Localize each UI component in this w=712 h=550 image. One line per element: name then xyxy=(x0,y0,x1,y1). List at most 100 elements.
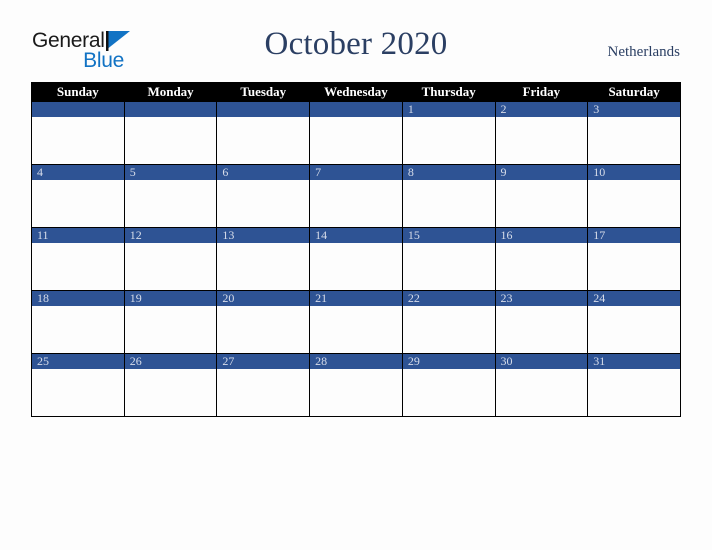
calendar-table: Sunday Monday Tuesday Wednesday Thursday… xyxy=(31,82,681,417)
day-notes-area[interactable] xyxy=(32,243,124,290)
day-notes-area[interactable] xyxy=(217,180,309,227)
day-notes-area[interactable] xyxy=(125,117,217,164)
calendar-page: General Blue October 2020 Netherlands Su… xyxy=(0,0,712,550)
calendar-day-cell[interactable]: 31 xyxy=(587,353,681,417)
day-cell-inner xyxy=(32,102,124,164)
calendar-day-cell[interactable] xyxy=(31,101,125,165)
calendar-day-cell[interactable]: 6 xyxy=(216,164,311,228)
calendar-day-cell[interactable]: 3 xyxy=(587,101,681,165)
day-notes-area[interactable] xyxy=(588,243,680,290)
calendar-day-cell[interactable]: 22 xyxy=(401,290,496,354)
day-cell-inner: 28 xyxy=(310,354,402,416)
calendar-day-cell[interactable]: 16 xyxy=(494,227,589,291)
day-number: 9 xyxy=(495,165,588,180)
calendar-day-cell[interactable]: 29 xyxy=(401,353,496,417)
day-notes-area[interactable] xyxy=(496,369,588,416)
day-cell-inner: 29 xyxy=(402,354,495,416)
day-notes-area[interactable] xyxy=(588,117,680,164)
calendar-day-cell[interactable]: 15 xyxy=(401,227,496,291)
calendar-day-cell[interactable]: 27 xyxy=(216,353,311,417)
calendar-day-cell[interactable]: 24 xyxy=(587,290,681,354)
day-notes-area[interactable] xyxy=(496,306,588,353)
day-cell-inner: 25 xyxy=(32,354,124,416)
calendar-day-cell[interactable]: 25 xyxy=(31,353,125,417)
day-number: 23 xyxy=(495,291,588,306)
calendar-day-cell[interactable]: 4 xyxy=(31,164,125,228)
day-notes-area[interactable] xyxy=(217,306,309,353)
calendar-day-cell[interactable]: 12 xyxy=(123,227,218,291)
day-cell-inner: 3 xyxy=(588,102,680,164)
calendar-day-cell[interactable]: 21 xyxy=(309,290,403,354)
day-number: 28 xyxy=(310,354,402,369)
calendar-day-cell[interactable]: 14 xyxy=(309,227,403,291)
day-notes-area[interactable] xyxy=(125,369,217,416)
day-notes-area[interactable] xyxy=(217,117,309,164)
calendar-day-cell[interactable]: 13 xyxy=(216,227,311,291)
day-cell-inner: 9 xyxy=(495,165,588,227)
day-number: 22 xyxy=(402,291,495,306)
day-cell-inner: 18 xyxy=(32,291,124,353)
day-notes-area[interactable] xyxy=(588,306,680,353)
day-number: 17 xyxy=(588,228,680,243)
calendar-day-cell[interactable]: 18 xyxy=(31,290,125,354)
day-number xyxy=(124,102,217,117)
calendar-day-cell[interactable]: 2 xyxy=(494,101,589,165)
day-notes-area[interactable] xyxy=(32,117,124,164)
day-notes-area[interactable] xyxy=(310,369,402,416)
day-notes-area[interactable] xyxy=(403,243,495,290)
day-cell-inner: 13 xyxy=(217,228,310,290)
calendar-day-cell[interactable]: 10 xyxy=(587,164,681,228)
day-notes-area[interactable] xyxy=(310,243,402,290)
day-cell-inner: 5 xyxy=(124,165,217,227)
day-notes-area[interactable] xyxy=(403,180,495,227)
day-notes-area[interactable] xyxy=(125,180,217,227)
weekday-header-tuesday: Tuesday xyxy=(216,82,311,102)
day-notes-area[interactable] xyxy=(125,243,217,290)
day-notes-area[interactable] xyxy=(588,180,680,227)
day-notes-area[interactable] xyxy=(403,306,495,353)
calendar-day-cell[interactable]: 23 xyxy=(494,290,589,354)
calendar-day-cell[interactable] xyxy=(123,101,218,165)
day-notes-area[interactable] xyxy=(403,117,495,164)
day-notes-area[interactable] xyxy=(310,117,402,164)
calendar-day-cell[interactable]: 1 xyxy=(401,101,496,165)
day-notes-area[interactable] xyxy=(496,180,588,227)
day-notes-area[interactable] xyxy=(32,369,124,416)
calendar-day-cell[interactable]: 7 xyxy=(309,164,403,228)
day-notes-area[interactable] xyxy=(32,180,124,227)
calendar-day-cell[interactable] xyxy=(309,101,403,165)
day-notes-area[interactable] xyxy=(588,369,680,416)
day-notes-area[interactable] xyxy=(403,369,495,416)
day-cell-inner xyxy=(217,102,310,164)
calendar-day-cell[interactable]: 17 xyxy=(587,227,681,291)
day-notes-area[interactable] xyxy=(217,369,309,416)
calendar-day-cell[interactable]: 28 xyxy=(309,353,403,417)
day-notes-area[interactable] xyxy=(217,243,309,290)
calendar-day-cell[interactable]: 19 xyxy=(123,290,218,354)
day-notes-area[interactable] xyxy=(310,306,402,353)
day-number: 26 xyxy=(124,354,217,369)
calendar-day-cell[interactable]: 11 xyxy=(31,227,125,291)
day-number: 20 xyxy=(217,291,310,306)
day-notes-area[interactable] xyxy=(496,117,588,164)
calendar-day-cell[interactable]: 20 xyxy=(216,290,311,354)
calendar-day-cell[interactable]: 26 xyxy=(123,353,218,417)
day-number xyxy=(217,102,310,117)
day-cell-inner: 23 xyxy=(495,291,588,353)
calendar-week-row: 18 19 20 21 22 23 24 xyxy=(31,290,681,354)
day-notes-area[interactable] xyxy=(310,180,402,227)
day-number: 10 xyxy=(588,165,680,180)
calendar-day-cell[interactable]: 8 xyxy=(401,164,496,228)
day-number: 18 xyxy=(32,291,124,306)
day-number: 31 xyxy=(588,354,680,369)
day-notes-area[interactable] xyxy=(32,306,124,353)
calendar-week-row: 4 5 6 7 8 9 10 xyxy=(31,164,681,228)
calendar-day-cell[interactable]: 9 xyxy=(494,164,589,228)
calendar-day-cell[interactable]: 5 xyxy=(123,164,218,228)
day-notes-area[interactable] xyxy=(125,306,217,353)
calendar-day-cell[interactable]: 30 xyxy=(494,353,589,417)
calendar-day-cell[interactable] xyxy=(216,101,311,165)
day-cell-inner: 6 xyxy=(217,165,310,227)
day-cell-inner: 2 xyxy=(495,102,588,164)
day-notes-area[interactable] xyxy=(496,243,588,290)
